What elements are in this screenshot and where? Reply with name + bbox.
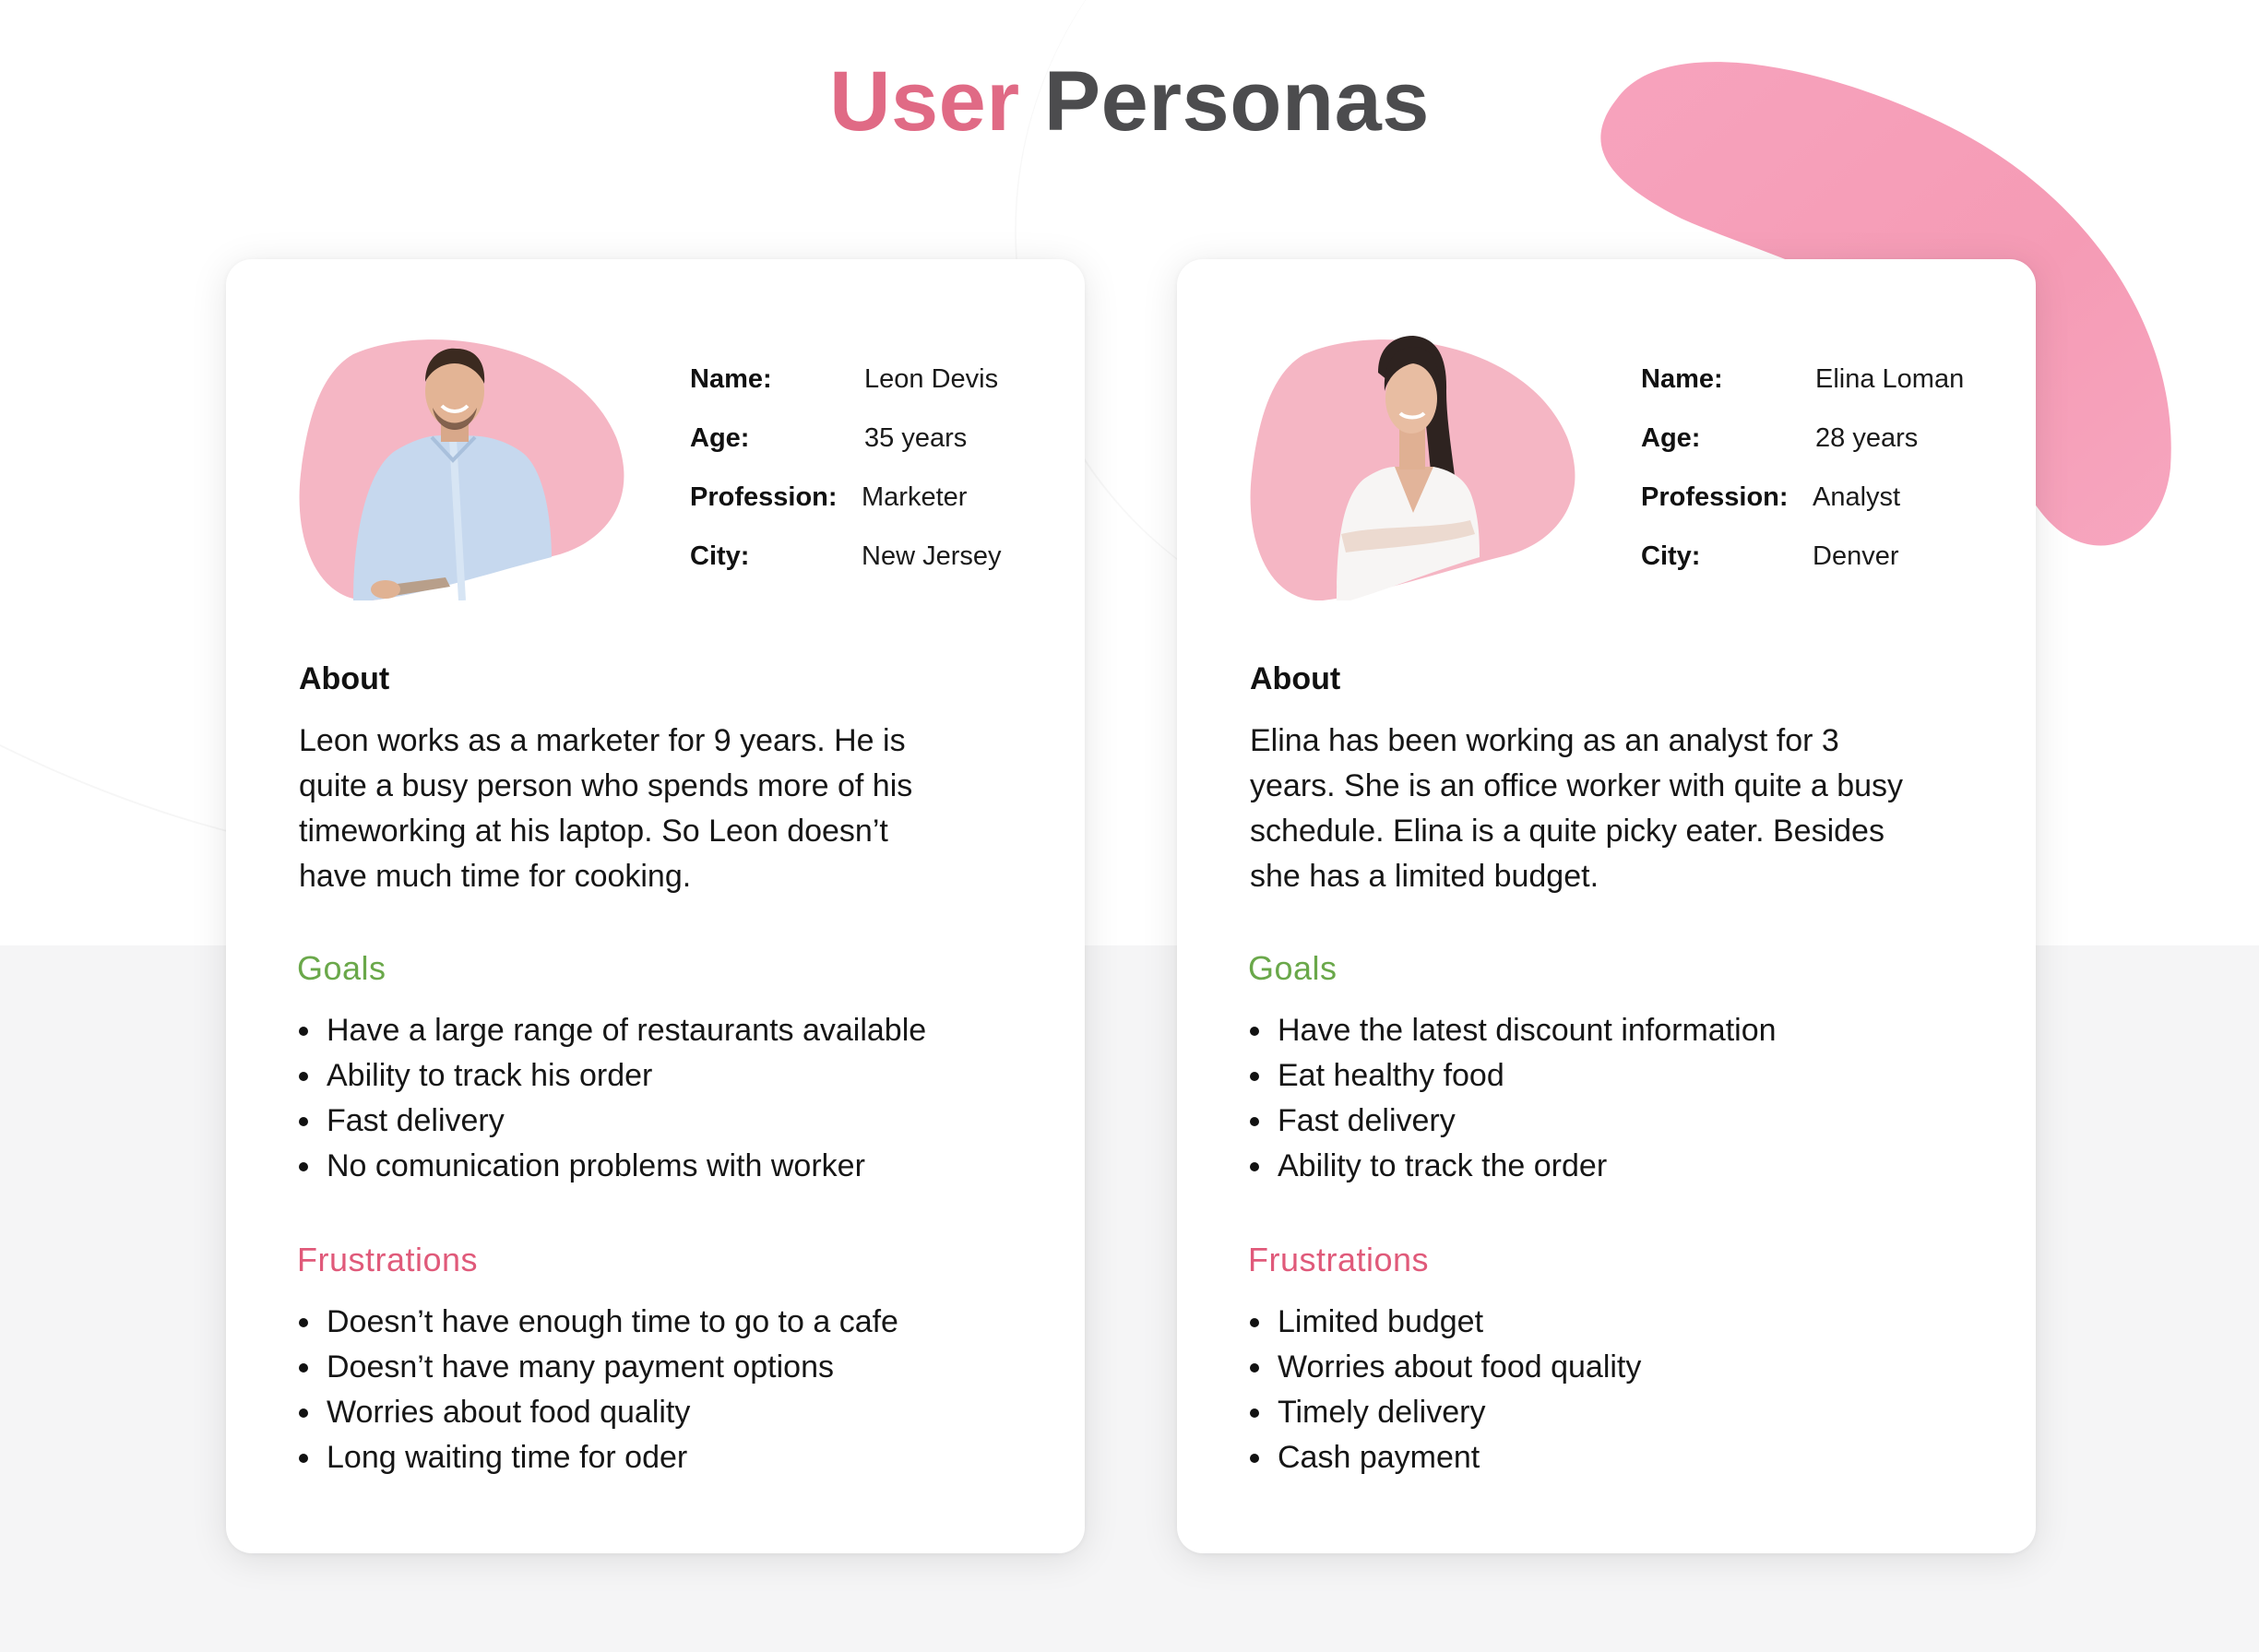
- info-label: Profession:: [1641, 482, 1789, 512]
- list-item: Have the latest discount information: [1250, 1008, 1777, 1053]
- info-value: Analyst: [1813, 482, 1901, 512]
- about-line: timeworking at his laptop. So Leon doesn…: [299, 814, 888, 849]
- info-value: New Jersey: [862, 541, 1002, 571]
- goals-heading: Goals: [1248, 949, 1338, 987]
- about-line: quite a busy person who spends more of h…: [299, 768, 913, 803]
- bullet-icon: [1250, 1027, 1259, 1036]
- bullet-icon: [1250, 1363, 1259, 1373]
- title-main-word: Personas: [1043, 54, 1430, 149]
- bullet-icon: [299, 1408, 308, 1418]
- about-line: Elina has been working as an analyst for…: [1250, 723, 1839, 758]
- list-item-text: Fast delivery: [1278, 1103, 1456, 1138]
- info-value: Denver: [1813, 541, 1899, 571]
- about-line: schedule. Elina is a quite picky eater. …: [1250, 814, 1884, 849]
- list-item-text: Cash payment: [1278, 1440, 1480, 1475]
- bullet-icon: [299, 1454, 308, 1463]
- frustrations-list: Doesn’t have enough time to go to a cafe…: [299, 1300, 898, 1480]
- list-item-text: Have a large range of restaurants availa…: [327, 1013, 927, 1048]
- list-item: Worries about food quality: [299, 1390, 898, 1435]
- list-item: Worries about food quality: [1250, 1345, 1641, 1390]
- bullet-icon: [299, 1318, 308, 1327]
- frustrations-heading: Frustrations: [1248, 1241, 1430, 1278]
- info-label: City:: [1641, 541, 1701, 571]
- info-label: Profession:: [690, 482, 838, 512]
- list-item: No comunication problems with worker: [299, 1144, 926, 1189]
- list-item-text: Ability to track his order: [327, 1058, 653, 1093]
- list-item-text: Fast delivery: [327, 1103, 505, 1138]
- info-value: Leon Devis: [864, 364, 999, 394]
- frustrations-heading: Frustrations: [297, 1241, 479, 1278]
- list-item-text: Doesn’t have enough time to go to a cafe: [327, 1304, 898, 1339]
- info-value: Elina Loman: [1815, 364, 1965, 394]
- frustrations-list: Limited budget Worries about food qualit…: [1250, 1300, 1641, 1480]
- list-item: Fast delivery: [299, 1099, 926, 1144]
- list-item-text: Have the latest discount information: [1278, 1013, 1777, 1048]
- list-item-text: Eat healthy food: [1278, 1058, 1504, 1093]
- about-text: Elina has been working as an analyst for…: [1250, 719, 1951, 899]
- list-item: Cash payment: [1250, 1435, 1641, 1480]
- list-item: Fast delivery: [1250, 1099, 1777, 1144]
- bullet-icon: [1250, 1318, 1259, 1327]
- bullet-icon: [299, 1117, 308, 1126]
- list-item: Timely delivery: [1250, 1390, 1641, 1435]
- info-value: 35 years: [864, 423, 968, 453]
- list-item-text: No comunication problems with worker: [327, 1148, 865, 1183]
- man-avatar-icon: [299, 339, 624, 600]
- persona-card: Name: Leon Devis Age: 35 years Professio…: [226, 259, 1085, 1553]
- info-label: Age:: [1641, 423, 1701, 453]
- list-item: Ability to track his order: [299, 1053, 926, 1099]
- info-value: 28 years: [1815, 423, 1919, 453]
- bullet-icon: [299, 1027, 308, 1036]
- goals-list: Have the latest discount information Eat…: [1250, 1008, 1777, 1189]
- list-item: Limited budget: [1250, 1300, 1641, 1345]
- list-item-text: Long waiting time for oder: [327, 1440, 688, 1475]
- list-item-text: Timely delivery: [1278, 1395, 1486, 1430]
- bullet-icon: [299, 1363, 308, 1373]
- about-text: Leon works as a marketer for 9 years. He…: [299, 719, 1000, 899]
- list-item-text: Worries about food quality: [327, 1395, 691, 1430]
- persona-card: Name: Elina Loman Age: 28 years Professi…: [1177, 259, 2036, 1553]
- bullet-icon: [1250, 1454, 1259, 1463]
- goals-list: Have a large range of restaurants availa…: [299, 1008, 926, 1189]
- about-line: years. She is an office worker with quit…: [1250, 768, 1904, 803]
- bullet-icon: [299, 1162, 308, 1171]
- about-heading: About: [299, 661, 390, 696]
- about-line: Leon works as a marketer for 9 years. He…: [299, 723, 906, 758]
- title-accent-word: User: [829, 54, 1020, 149]
- bullet-icon: [1250, 1162, 1259, 1171]
- info-label: City:: [690, 541, 750, 571]
- list-item-text: Limited budget: [1278, 1304, 1484, 1339]
- list-item-text: Ability to track the order: [1278, 1148, 1608, 1183]
- list-item: Eat healthy food: [1250, 1053, 1777, 1099]
- info-label: Age:: [690, 423, 750, 453]
- page-title: User Personas: [0, 53, 2259, 150]
- avatar: [1249, 336, 1578, 600]
- bullet-icon: [1250, 1072, 1259, 1081]
- info-label: Name:: [690, 364, 772, 394]
- list-item: Doesn’t have many payment options: [299, 1345, 898, 1390]
- info-label: Name:: [1641, 364, 1723, 394]
- avatar: [298, 336, 627, 600]
- about-heading: About: [1250, 661, 1341, 696]
- bullet-icon: [1250, 1408, 1259, 1418]
- about-line: have much time for cooking.: [299, 859, 692, 894]
- about-line: she has a limited budget.: [1250, 859, 1599, 894]
- goals-heading: Goals: [297, 949, 386, 987]
- list-item: Doesn’t have enough time to go to a cafe: [299, 1300, 898, 1345]
- bullet-icon: [299, 1072, 308, 1081]
- list-item-text: Worries about food quality: [1278, 1349, 1642, 1385]
- woman-avatar-icon: [1250, 336, 1575, 600]
- info-value: Marketer: [862, 482, 968, 512]
- bullet-icon: [1250, 1117, 1259, 1126]
- list-item: Have a large range of restaurants availa…: [299, 1008, 926, 1053]
- list-item: Long waiting time for oder: [299, 1435, 898, 1480]
- list-item: Ability to track the order: [1250, 1144, 1777, 1189]
- list-item-text: Doesn’t have many payment options: [327, 1349, 834, 1385]
